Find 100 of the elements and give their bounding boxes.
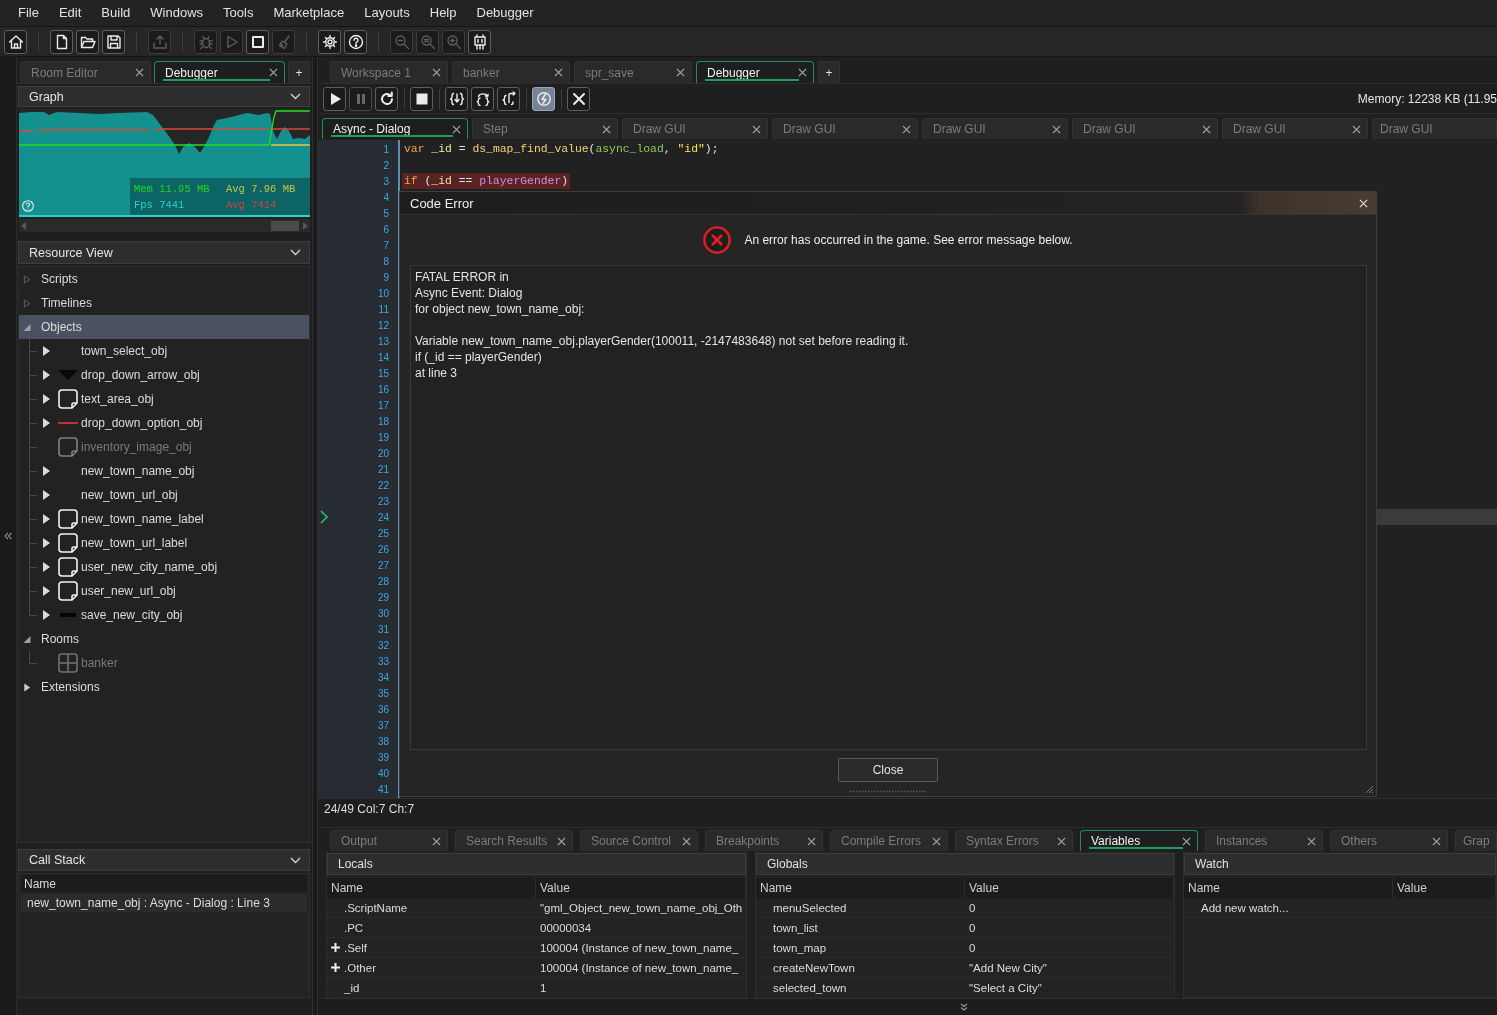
real-time-button[interactable] [532, 86, 555, 111]
close-icon[interactable] [432, 68, 441, 77]
tab[interactable]: Search Results [455, 830, 573, 851]
tree-arrow-icon[interactable] [43, 586, 50, 596]
step-out-button[interactable] [497, 86, 520, 111]
stop-button[interactable] [410, 86, 433, 111]
tree-arrow-icon[interactable] [43, 610, 50, 620]
tab[interactable]: Source Control [580, 830, 698, 851]
add-tab-button[interactable]: + [288, 61, 310, 83]
step-into-button[interactable] [445, 86, 468, 111]
menu-item[interactable]: Debugger [466, 3, 544, 23]
close-icon[interactable] [602, 124, 611, 134]
tree-item[interactable]: user_new_city_name_obj [19, 555, 309, 579]
close-icon[interactable] [807, 836, 816, 846]
save-button[interactable] [102, 29, 125, 54]
tree-item[interactable]: save_new_city_obj [19, 603, 309, 627]
tab[interactable]: Others [1330, 830, 1448, 851]
close-icon[interactable] [1202, 124, 1211, 134]
close-icon[interactable] [676, 68, 685, 77]
add-watch-item[interactable]: Add new watch... [1201, 901, 1289, 914]
tree-arrow-icon[interactable] [43, 394, 50, 404]
tree-item[interactable]: text_area_obj [19, 387, 309, 411]
tree-item[interactable]: inventory_image_obj [19, 435, 309, 459]
tree-arrow-icon[interactable] [23, 634, 31, 644]
tree-item[interactable]: drop_down_option_obj [19, 411, 309, 435]
close-button[interactable]: Close [838, 758, 938, 782]
tree-item[interactable]: drop_down_arrow_obj [19, 363, 309, 387]
close-icon[interactable] [682, 836, 691, 846]
close-icon[interactable] [1432, 836, 1441, 846]
close-icon[interactable] [1182, 836, 1191, 846]
help-button[interactable] [344, 29, 367, 54]
open-folder-button[interactable] [76, 29, 99, 54]
settings-button[interactable] [318, 29, 341, 54]
stop-button[interactable] [246, 29, 269, 54]
close-icon[interactable] [269, 68, 278, 77]
tab[interactable]: Draw GUI [1372, 118, 1497, 139]
tab[interactable]: Instances [1205, 830, 1323, 851]
view-dropdown[interactable]: Graph [18, 86, 310, 107]
play-button[interactable] [323, 86, 346, 111]
tab[interactable]: Variables [1080, 830, 1198, 851]
close-icon[interactable] [902, 124, 911, 134]
new-file-button[interactable] [50, 29, 73, 54]
tree-arrow-icon[interactable] [43, 514, 50, 524]
horizontal-scrollbar[interactable] [19, 219, 310, 232]
tree-item[interactable]: new_town_url_obj [19, 483, 309, 507]
add-tab-button[interactable]: + [818, 61, 840, 83]
tab[interactable]: Draw GUI [922, 118, 1068, 139]
tab[interactable]: banker [452, 61, 570, 83]
close-icon[interactable] [432, 836, 441, 846]
tree-item[interactable]: new_town_name_label [19, 507, 309, 531]
home-button[interactable] [4, 29, 27, 54]
tree-arrow-icon[interactable] [23, 682, 31, 692]
tab[interactable]: Step [472, 118, 618, 139]
double-chevron-icon[interactable] [4, 532, 12, 540]
view-dropdown[interactable]: Call Stack [18, 849, 310, 871]
tab[interactable]: Output [330, 830, 448, 851]
tab[interactable]: Draw GUI [1222, 118, 1368, 139]
double-chevron-icon[interactable] [960, 1003, 968, 1011]
expand-icon[interactable] [331, 963, 340, 972]
close-icon[interactable] [1352, 124, 1361, 134]
resize-grip-icon[interactable] [1365, 785, 1374, 794]
tree-item[interactable]: Timelines [19, 291, 309, 315]
device-button[interactable] [468, 29, 491, 54]
tree-arrow-icon[interactable] [43, 346, 50, 356]
tab[interactable]: Compile Errors [830, 830, 948, 851]
menu-item[interactable]: Build [91, 3, 141, 23]
call-stack-row[interactable]: new_town_name_obj : Async - Dialog : Line 3 [21, 894, 307, 912]
tree-arrow-icon[interactable] [43, 490, 50, 500]
step-over-button[interactable] [471, 86, 494, 111]
tab[interactable]: Draw GUI [1072, 118, 1218, 139]
menu-item[interactable]: Layouts [354, 3, 420, 23]
tree-item[interactable]: new_town_name_obj [19, 459, 309, 483]
help-icon[interactable] [22, 200, 34, 212]
tab[interactable]: Breakpoints [705, 830, 823, 851]
tree-arrow-icon[interactable] [43, 562, 50, 572]
tab[interactable]: Draw GUI [622, 118, 768, 139]
tree-arrow-icon[interactable] [43, 538, 50, 548]
tab[interactable]: Grap [1455, 830, 1497, 851]
tree-arrow-icon[interactable] [43, 418, 50, 428]
restart-button[interactable] [375, 86, 398, 111]
tree-item[interactable]: user_new_url_obj [19, 579, 309, 603]
tree-arrow-icon[interactable] [43, 466, 50, 476]
close-icon[interactable] [1307, 836, 1316, 846]
tab[interactable]: spr_save [574, 61, 692, 83]
close-icon[interactable] [135, 68, 144, 77]
tab[interactable]: Debugger [696, 61, 814, 83]
tab[interactable]: Async - Dialog [322, 118, 468, 139]
menu-item[interactable]: Help [419, 3, 467, 23]
tree-item[interactable]: banker [19, 651, 309, 675]
scrollbar-thumb[interactable] [271, 220, 299, 231]
close-icon[interactable] [452, 124, 461, 134]
close-icon[interactable] [752, 124, 761, 134]
tab[interactable]: Debugger [154, 61, 285, 83]
tree-item[interactable]: Extensions [19, 675, 309, 699]
close-icon[interactable] [1052, 124, 1061, 134]
close-icon[interactable] [1057, 836, 1066, 846]
drag-handle-icon[interactable] [850, 790, 926, 793]
tree-item[interactable]: new_town_url_label [19, 531, 309, 555]
menu-item[interactable]: Tools [213, 3, 264, 23]
tab[interactable]: Syntax Errors [955, 830, 1073, 851]
